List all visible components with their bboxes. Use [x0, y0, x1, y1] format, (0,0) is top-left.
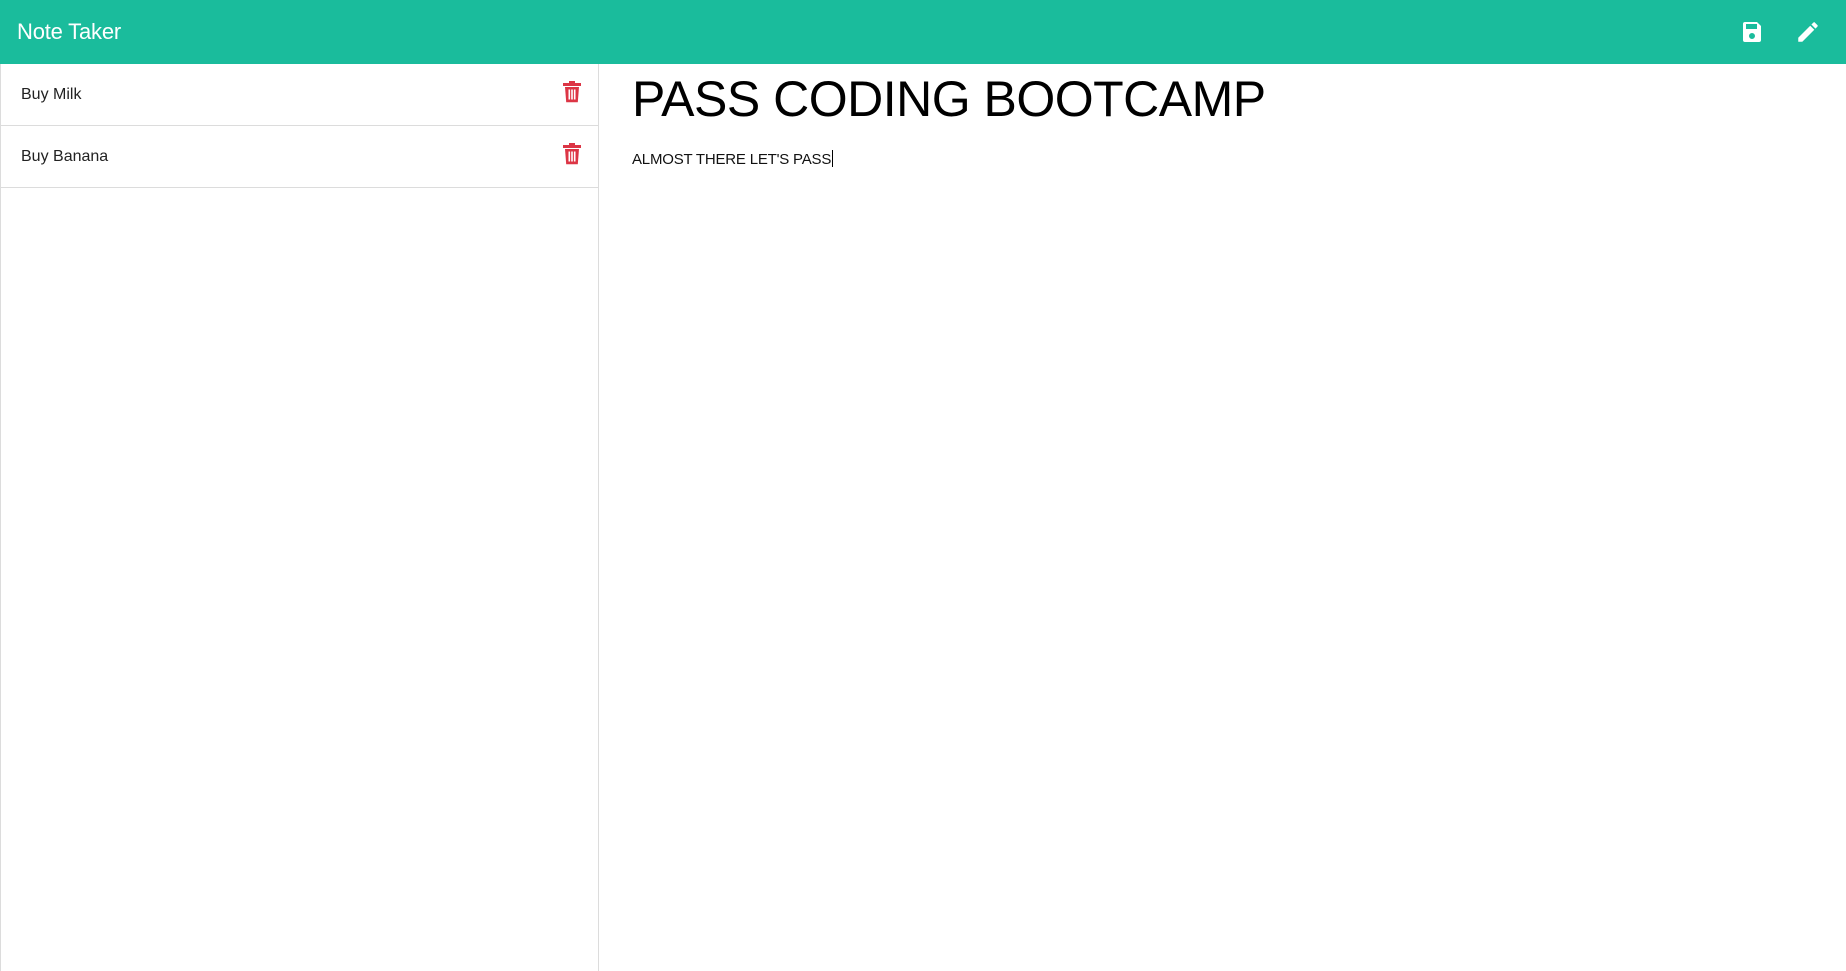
note-title-input[interactable]: PASS CODING BOOTCAMP [632, 74, 1846, 124]
list-item[interactable]: Buy Banana [1, 126, 598, 188]
note-list: Buy Milk Buy Banana [1, 64, 598, 188]
pencil-icon[interactable] [1793, 17, 1823, 47]
note-text-area[interactable]: ALMOST THERE LET'S PASS [632, 150, 1846, 168]
navbar: Note Taker [0, 0, 1846, 64]
navbar-actions [1737, 0, 1846, 64]
notes-sidebar: Buy Milk Buy Banana [0, 64, 599, 971]
trash-icon[interactable] [562, 142, 582, 166]
trash-icon[interactable] [562, 80, 582, 104]
save-icon[interactable] [1737, 17, 1767, 47]
note-text: ALMOST THERE LET'S PASS [632, 151, 832, 168]
note-title[interactable]: Buy Banana [21, 148, 108, 166]
note-editor: PASS CODING BOOTCAMP ALMOST THERE LET'S … [599, 64, 1846, 971]
app-title[interactable]: Note Taker [0, 19, 121, 45]
note-title[interactable]: Buy Milk [21, 86, 81, 104]
list-item[interactable]: Buy Milk [1, 64, 598, 126]
text-caret [832, 150, 834, 167]
